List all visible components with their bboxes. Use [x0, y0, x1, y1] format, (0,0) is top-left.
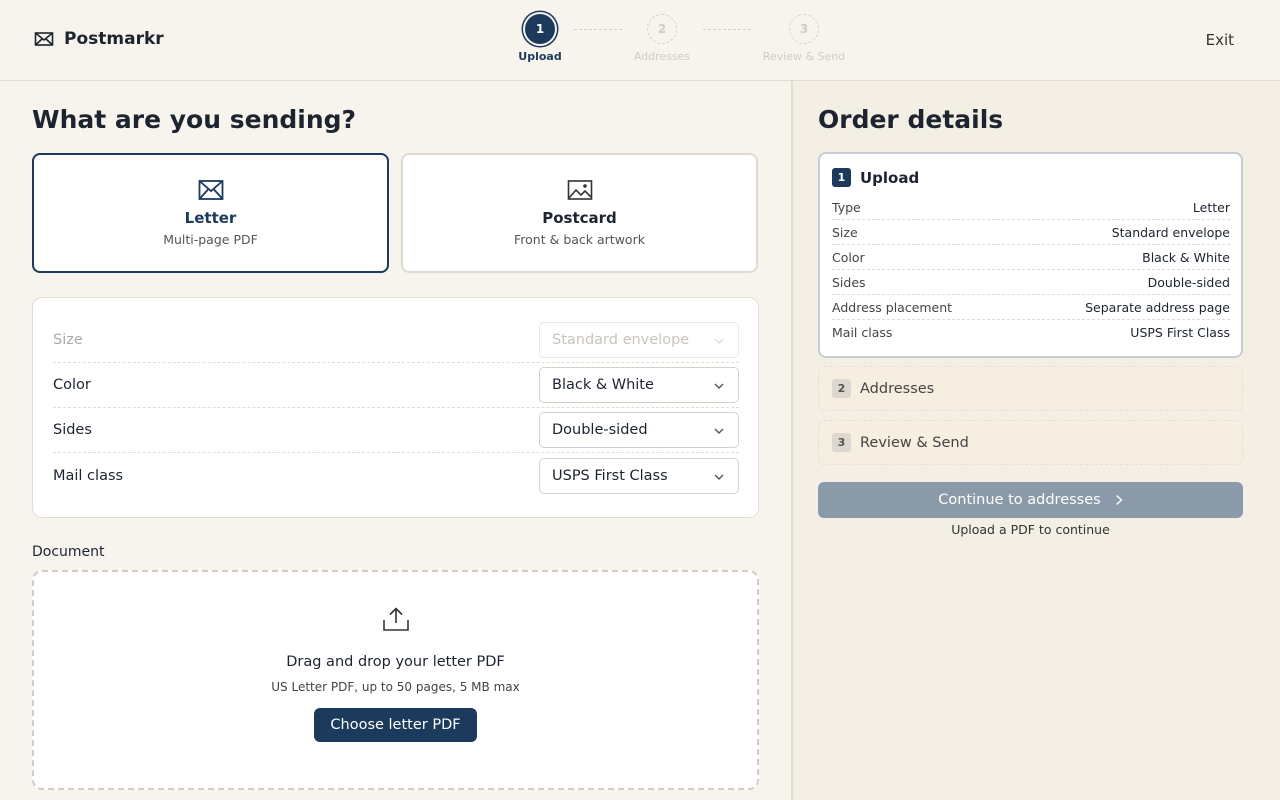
sides-select[interactable]: Double-sided	[539, 412, 739, 448]
upload-summary-card: 1 Upload Type Letter Size Standard envel…	[818, 152, 1243, 358]
summary-row: Mail class USPS First Class	[832, 320, 1230, 345]
summary-key: Sides	[832, 274, 866, 290]
summary-row: Type Letter	[832, 195, 1230, 220]
options-panel: Size Standard envelope Color Black & Whi…	[32, 297, 759, 518]
option-label: Mail class	[53, 467, 124, 484]
mail-class-select[interactable]: USPS First Class	[539, 457, 739, 494]
size-select: Standard envelope	[539, 322, 739, 358]
summary-value: Standard envelope	[1111, 224, 1230, 240]
step-number: 1	[525, 14, 555, 44]
step-addresses[interactable]: 2 Addresses	[602, 10, 722, 63]
dropzone-title: Drag and drop your letter PDF	[286, 654, 505, 670]
image-icon	[567, 180, 592, 200]
option-row-mail-class: Mail class USPS First Class	[53, 453, 739, 498]
envelope-icon	[198, 180, 223, 200]
step-label: Addresses	[633, 50, 691, 63]
chevron-down-icon	[714, 474, 724, 480]
select-value: Black & White	[552, 377, 654, 393]
step-upload[interactable]: 1 Upload	[480, 10, 600, 63]
step-number: 2	[647, 14, 677, 44]
letter-type-card[interactable]: Letter Multi-page PDF	[32, 153, 389, 273]
section-title: Addresses	[860, 380, 935, 397]
exit-link[interactable]: Exit	[1206, 31, 1234, 49]
chevron-down-icon	[714, 383, 724, 389]
app-name: Postmarkr	[64, 29, 164, 49]
addresses-section[interactable]: 2 Addresses	[818, 366, 1243, 411]
section-number: 1	[832, 168, 851, 187]
section-title: Review & Send	[860, 434, 969, 451]
select-value: Standard envelope	[552, 332, 690, 348]
summary-header: 1 Upload	[832, 168, 919, 187]
type-name: Letter	[184, 209, 237, 227]
option-row-color: Color Black & White	[53, 363, 739, 408]
step-label: Upload	[518, 50, 562, 63]
option-row-sides: Sides Double-sided	[53, 408, 739, 453]
postcard-type-card[interactable]: Postcard Front & back artwork	[401, 153, 758, 273]
summary-key: Size	[832, 224, 858, 240]
summary-key: Color	[832, 249, 865, 265]
step-label: Review & Send	[762, 50, 846, 63]
option-label: Sides	[53, 422, 92, 438]
summary-value: Double-sided	[1147, 274, 1230, 290]
summary-row: Sides Double-sided	[832, 270, 1230, 295]
summary-value: Black & White	[1142, 249, 1230, 265]
option-row-size: Size Standard envelope	[53, 318, 739, 363]
option-label: Size	[53, 332, 83, 348]
document-label: Document	[32, 544, 105, 560]
chevron-right-icon	[1115, 494, 1123, 506]
summary-value: Letter	[1192, 199, 1230, 215]
summary-row: Color Black & White	[832, 245, 1230, 270]
envelope-icon	[34, 32, 54, 46]
option-label: Color	[53, 377, 91, 393]
choose-pdf-button[interactable]: Choose letter PDF	[314, 708, 477, 742]
section-title: Upload	[860, 168, 920, 187]
summary-row: Address placement Separate address page	[832, 295, 1230, 320]
review-send-section[interactable]: 3 Review & Send	[818, 420, 1243, 465]
summary-value: USPS First Class	[1130, 325, 1230, 340]
step-number: 3	[789, 14, 819, 44]
page-title: What are you sending?	[32, 105, 357, 134]
continue-button[interactable]: Continue to addresses	[818, 482, 1243, 518]
progress-stepper: 1 Upload 2 Addresses 3 Review & Send	[500, 10, 880, 70]
summary-key: Address placement	[832, 299, 953, 315]
type-description: Front & back artwork	[514, 232, 645, 247]
color-select[interactable]: Black & White	[539, 367, 739, 403]
chevron-down-icon	[714, 338, 724, 344]
chevron-down-icon	[714, 428, 724, 434]
dropzone-hint: US Letter PDF, up to 50 pages, 5 MB max	[271, 680, 520, 694]
top-bar: Postmarkr 1 Upload 2 Addresses 3 Review …	[0, 0, 1280, 81]
section-number: 3	[832, 433, 851, 452]
order-details-panel: Order details 1 Upload Type Letter Size …	[791, 81, 1280, 800]
pdf-dropzone[interactable]: Drag and drop your letter PDF US Letter …	[32, 570, 759, 790]
summary-key: Mail class	[832, 325, 893, 340]
continue-hint: Upload a PDF to continue	[951, 522, 1110, 537]
continue-label: Continue to addresses	[938, 492, 1101, 508]
select-value: Double-sided	[552, 422, 648, 438]
type-description: Multi-page PDF	[163, 232, 258, 247]
summary-key: Type	[832, 199, 861, 215]
summary-row: Size Standard envelope	[832, 220, 1230, 245]
type-name: Postcard	[542, 209, 617, 227]
select-value: USPS First Class	[552, 467, 668, 484]
order-details-title: Order details	[818, 105, 1004, 134]
section-number: 2	[832, 379, 851, 398]
upload-icon	[382, 607, 409, 631]
step-review-send[interactable]: 3 Review & Send	[744, 10, 864, 63]
summary-value: Separate address page	[1085, 299, 1230, 315]
brand[interactable]: Postmarkr	[34, 29, 164, 49]
